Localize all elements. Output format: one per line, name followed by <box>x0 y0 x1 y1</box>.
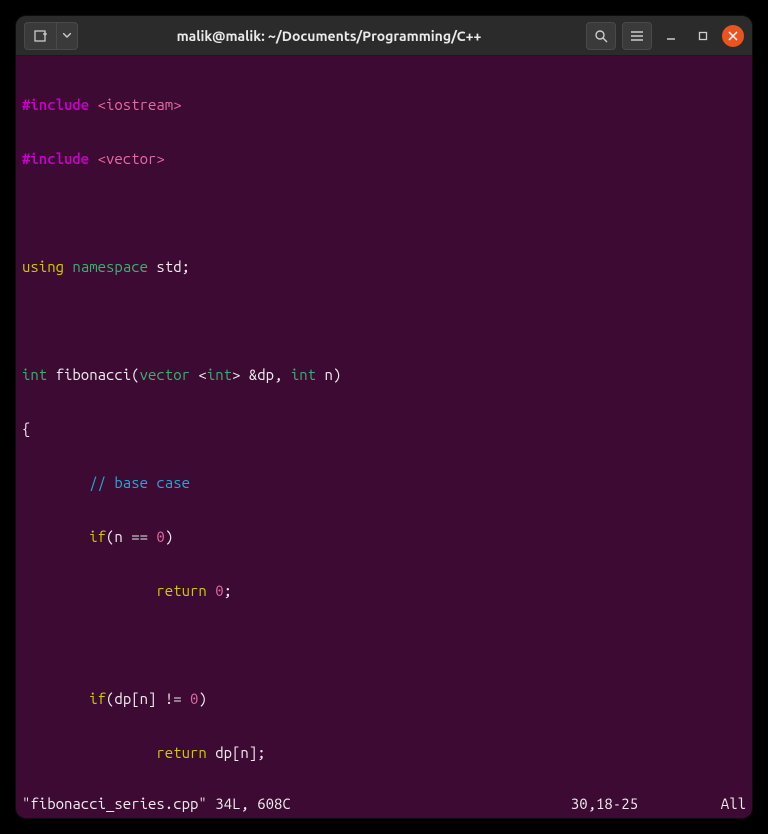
code-line: int fibonacci(vector <int> &dp, int n) <box>22 366 746 384</box>
code-line: #include <vector> <box>22 150 746 168</box>
search-button[interactable] <box>586 22 616 50</box>
code-line: return dp[n]; <box>22 744 746 762</box>
code-line: if(dp[n] != 0) <box>22 690 746 708</box>
menu-button[interactable] <box>622 22 652 50</box>
status-scroll-position: All <box>721 795 746 812</box>
maximize-button[interactable] <box>690 23 716 49</box>
terminal-content[interactable]: #include <iostream> #include <vector> us… <box>16 56 752 818</box>
vim-status-line: "fibonacci_series.cpp" 34L, 608C 30,18-2… <box>22 795 746 812</box>
close-icon <box>728 31 738 41</box>
status-cursor-position: 30,18-25 <box>571 795 721 812</box>
search-icon <box>594 29 608 43</box>
close-button[interactable] <box>722 25 744 47</box>
chevron-down-icon <box>63 33 71 38</box>
titlebar: malik@malik: ~/Documents/Programming/C++ <box>16 16 752 56</box>
terminal-window: malik@malik: ~/Documents/Programming/C++ <box>16 16 752 818</box>
new-tab-dropdown-button[interactable] <box>56 22 78 50</box>
status-file: "fibonacci_series.cpp" 34L, 608C <box>22 795 571 812</box>
hamburger-icon <box>630 30 644 42</box>
code-line: using namespace std; <box>22 258 746 276</box>
minimize-button[interactable] <box>658 23 684 49</box>
code-line: // base case <box>22 474 746 492</box>
code-line <box>22 204 746 222</box>
maximize-icon <box>698 31 708 41</box>
new-tab-button[interactable] <box>24 22 56 50</box>
window-title: malik@malik: ~/Documents/Programming/C++ <box>82 28 576 44</box>
new-tab-icon <box>34 29 48 43</box>
code-line: #include <iostream> <box>22 96 746 114</box>
code-line: { <box>22 420 746 438</box>
minimize-icon <box>666 31 676 41</box>
code-line <box>22 312 746 330</box>
code-line: if(n == 0) <box>22 528 746 546</box>
code-line: return 0; <box>22 582 746 600</box>
code-line <box>22 636 746 654</box>
